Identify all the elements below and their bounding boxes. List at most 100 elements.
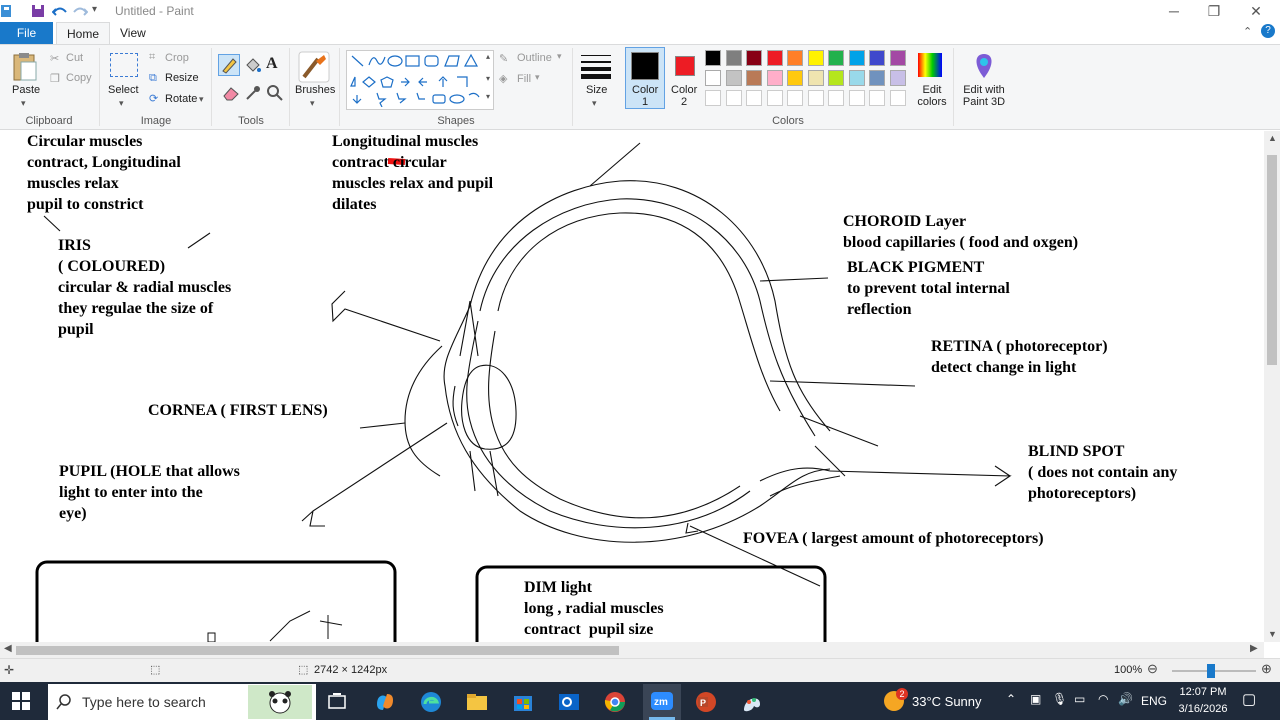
file-explorer-icon[interactable] [465, 690, 489, 714]
collapse-ribbon-icon[interactable]: ⌃ [1243, 25, 1252, 38]
wifi-icon[interactable]: ◠ [1098, 692, 1108, 706]
notifications-icon[interactable]: ▢ [1242, 690, 1256, 708]
text-tool-icon[interactable]: A [266, 55, 278, 73]
custom-color-slot[interactable] [828, 90, 844, 106]
palette-swatch[interactable] [828, 70, 844, 86]
horizontal-scroll-thumb[interactable] [16, 646, 619, 655]
palette-swatch[interactable] [746, 50, 762, 66]
palette-swatch[interactable] [766, 50, 783, 66]
paint-taskbar-icon[interactable] [740, 690, 764, 714]
paint3d-icon[interactable] [971, 52, 997, 80]
size-dropdown-icon[interactable]: ▾ [592, 98, 597, 109]
custom-color-slot[interactable] [725, 90, 742, 106]
palette-swatch[interactable] [787, 50, 803, 66]
palette-swatch[interactable] [848, 70, 865, 86]
brushes-icon[interactable] [298, 51, 330, 83]
tab-home[interactable]: Home [56, 22, 111, 45]
palette-swatch[interactable] [787, 70, 803, 86]
microphone-icon[interactable]: 🎙 [1052, 692, 1067, 706]
edit-colors-icon[interactable] [916, 51, 944, 79]
scroll-left-icon[interactable]: ◀ [4, 643, 12, 654]
brushes-button[interactable]: Brushes [295, 84, 335, 96]
paste-icon[interactable] [12, 52, 38, 82]
select-button[interactable]: Select [108, 84, 139, 96]
palette-swatch[interactable] [746, 70, 762, 86]
resize-button[interactable]: Resize [165, 72, 199, 84]
task-view-icon[interactable] [325, 690, 349, 714]
edit-colors-button[interactable]: Edit colors [916, 84, 948, 108]
rotate-dropdown-icon[interactable]: ▾ [199, 94, 204, 105]
custom-color-slot[interactable] [848, 90, 865, 106]
volume-icon[interactable]: 🔊 [1118, 692, 1133, 706]
copilot-icon[interactable] [373, 690, 397, 714]
shapes-scroll-up-icon[interactable]: ▴ [486, 52, 490, 61]
scroll-up-icon[interactable]: ▲ [1268, 133, 1277, 143]
tab-file[interactable]: File [0, 22, 53, 44]
outlook-icon[interactable] [557, 690, 581, 714]
powerpoint-icon[interactable]: P [694, 690, 718, 714]
edit-with-paint3d-button[interactable]: Edit with Paint 3D [960, 84, 1008, 108]
custom-color-slot[interactable] [705, 90, 721, 106]
customize-qa-icon[interactable]: ▾ [92, 4, 97, 15]
outline-dropdown-icon[interactable]: ▾ [557, 51, 562, 62]
redo-icon[interactable] [72, 3, 88, 19]
microsoft-store-icon[interactable] [511, 690, 535, 714]
rotate-button[interactable]: Rotate [165, 93, 197, 105]
custom-color-slot[interactable] [766, 90, 783, 106]
canvas[interactable]: Circular muscles contract, Longitudinal … [0, 131, 1264, 642]
taskbar-search-box[interactable]: Type here to search [48, 684, 316, 720]
brushes-dropdown-icon[interactable]: ▾ [310, 98, 315, 109]
palette-swatch[interactable] [766, 70, 783, 86]
palette-swatch[interactable] [705, 70, 721, 86]
clock-time[interactable]: 12:07 PM [1178, 686, 1228, 698]
custom-color-slot[interactable] [889, 90, 906, 106]
palette-swatch[interactable] [889, 50, 906, 66]
palette-swatch[interactable] [889, 70, 906, 86]
zoom-in-icon[interactable]: ⊕ [1261, 661, 1272, 677]
show-hidden-icons-icon[interactable]: ⌃ [1006, 692, 1016, 706]
select-icon[interactable] [110, 53, 138, 77]
palette-swatch[interactable] [705, 50, 721, 66]
palette-swatch[interactable] [828, 50, 844, 66]
meet-now-icon[interactable]: ▣ [1030, 692, 1041, 706]
palette-swatch[interactable] [848, 50, 865, 66]
color-picker-icon[interactable] [244, 84, 262, 102]
windows-start-icon[interactable] [12, 692, 30, 710]
tab-view[interactable]: View [110, 22, 156, 44]
zoom-out-icon[interactable]: ⊖ [1147, 661, 1158, 677]
color2-swatch[interactable] [675, 56, 695, 76]
zoom-taskbar-button[interactable]: zm [643, 684, 681, 720]
battery-icon[interactable]: ▭ [1074, 692, 1085, 706]
horizontal-scrollbar[interactable]: ◀ ▶ [0, 642, 1264, 658]
edge-icon[interactable] [419, 690, 443, 714]
magnifier-icon[interactable] [266, 84, 284, 102]
fill-button[interactable]: Fill [517, 73, 531, 85]
minimize-button[interactable]: ─ [1152, 0, 1196, 22]
palette-swatch[interactable] [807, 70, 824, 86]
save-icon[interactable] [30, 3, 46, 19]
custom-color-slot[interactable] [746, 90, 762, 106]
palette-swatch[interactable] [725, 70, 742, 86]
eraser-icon[interactable] [222, 84, 240, 102]
vertical-scroll-thumb[interactable] [1267, 155, 1277, 365]
input-language[interactable]: ENG [1141, 694, 1167, 708]
shapes-more-icon[interactable]: ▾ [486, 92, 490, 101]
palette-swatch[interactable] [869, 50, 885, 66]
fill-dropdown-icon[interactable]: ▾ [535, 72, 540, 83]
clock-date[interactable]: 3/16/2026 [1174, 703, 1232, 715]
color2-label[interactable]: Color [671, 84, 697, 96]
copy-button[interactable]: Copy [66, 72, 92, 84]
fill-icon[interactable] [244, 56, 262, 74]
custom-color-slot[interactable] [869, 90, 885, 106]
scroll-right-icon[interactable]: ▶ [1250, 643, 1258, 654]
close-button[interactable]: ✕ [1234, 0, 1278, 22]
crop-button[interactable]: Crop [165, 52, 189, 64]
outline-button[interactable]: Outline [517, 52, 552, 64]
palette-swatch[interactable] [807, 50, 824, 66]
chrome-icon[interactable] [603, 690, 627, 714]
paste-dropdown-icon[interactable]: ▾ [21, 98, 26, 109]
help-icon[interactable]: ? [1261, 24, 1275, 38]
pencil-tool[interactable] [218, 54, 240, 76]
select-dropdown-icon[interactable]: ▾ [119, 98, 124, 109]
vertical-scrollbar[interactable]: ▲ ▼ [1264, 131, 1280, 642]
